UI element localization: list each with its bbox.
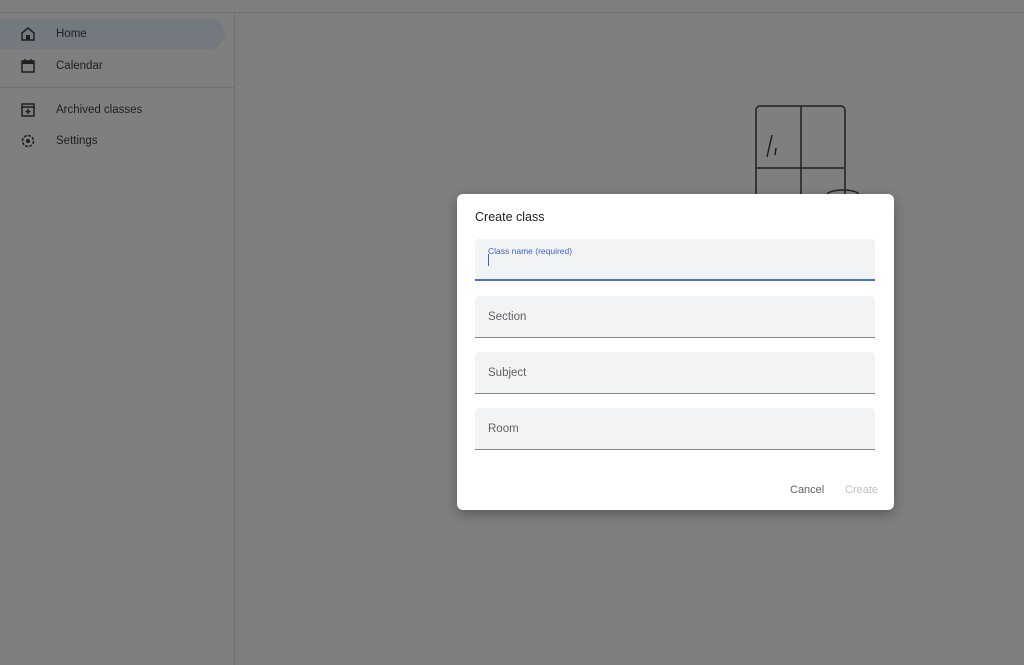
field-label: Room (488, 423, 519, 435)
cancel-button[interactable]: Cancel (790, 484, 824, 496)
field-label: Class name (required) (488, 246, 573, 256)
create-class-dialog: Create class Class name (required) Secti… (457, 194, 894, 510)
class-name-field[interactable]: Class name (required) (475, 239, 875, 281)
create-button[interactable]: Create (845, 484, 878, 496)
dialog-title: Create class (475, 210, 545, 224)
class-name-input[interactable] (488, 257, 858, 271)
section-field[interactable]: Section (475, 296, 875, 338)
field-label: Section (488, 311, 527, 323)
subject-field[interactable]: Subject (475, 352, 875, 394)
room-field[interactable]: Room (475, 408, 875, 450)
field-label: Subject (488, 367, 527, 379)
